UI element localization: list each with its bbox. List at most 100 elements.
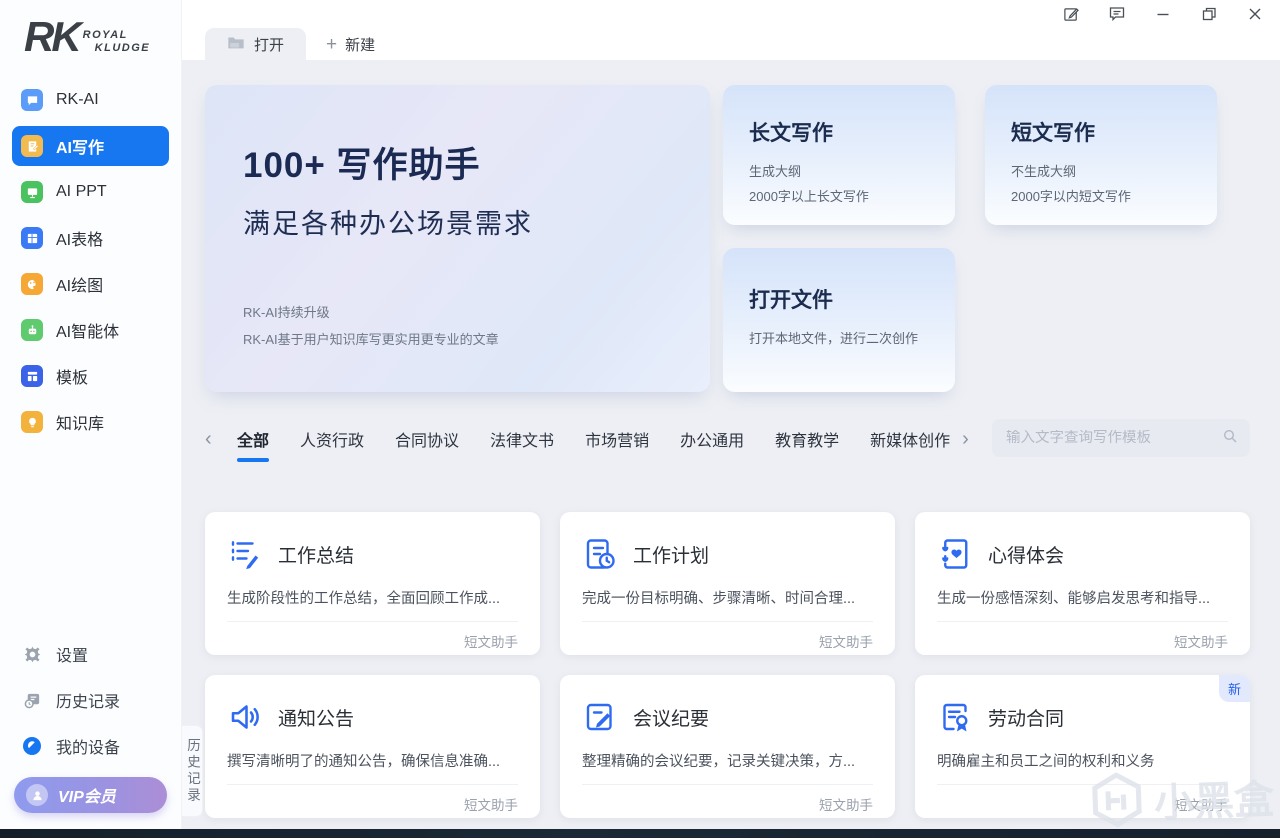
sidebar-item-label: AI智能体 — [56, 324, 120, 341]
tab-open-label: 打开 — [254, 36, 285, 54]
sidebar-item-label: 我的设备 — [56, 740, 121, 757]
category-tab-marketing[interactable]: 市场营销 — [585, 427, 649, 451]
card-title: 长文写作 — [749, 122, 833, 145]
compose-icon[interactable] — [1062, 5, 1080, 23]
minimize-button[interactable] — [1154, 5, 1172, 23]
template-tag: 短文助手 — [582, 784, 873, 814]
card-short-writing[interactable]: 短文写作 不生成大纲 2000字以内短文写作 — [985, 85, 1217, 225]
card-lines: 生成大纲 2000字以上长文写作 — [749, 164, 869, 204]
template-icon — [21, 365, 43, 387]
template-card-insights[interactable]: 心得体会 生成一份感悟深刻、能够启发思考和指导... 短文助手 — [915, 512, 1250, 655]
restore-button[interactable] — [1200, 5, 1218, 23]
template-desc: 生成一份感悟深刻、能够启发思考和指导... — [937, 591, 1211, 607]
sidebar-item-label: AI绘图 — [56, 278, 104, 295]
sidebar-item-rk-ai[interactable]: RK-AI — [12, 80, 169, 120]
vip-label: VIP会员 — [58, 789, 116, 806]
card-lines: 不生成大纲 2000字以内短文写作 — [1011, 164, 1131, 204]
tab-open[interactable]: 打开 — [205, 28, 307, 60]
category-tab-education[interactable]: 教育教学 — [775, 427, 839, 451]
brand-mark: RK — [24, 13, 82, 60]
card-long-writing[interactable]: 长文写作 生成大纲 2000字以上长文写作 — [723, 85, 955, 225]
sidebar-item-my-devices[interactable]: 我的设备 — [12, 727, 169, 765]
brand-name-line1: ROYAL — [82, 28, 128, 41]
gear-icon — [21, 643, 43, 665]
template-desc: 撰写清晰明了的通知公告，确保信息准确... — [227, 754, 501, 770]
brand-name-line2: KLUDGE — [94, 42, 151, 54]
category-tab-all[interactable]: 全部 — [237, 427, 269, 451]
template-card-work-summary[interactable]: 工作总结 生成阶段性的工作总结，全面回顾工作成... 短文助手 — [205, 512, 540, 655]
app-window: RK ROYAL KLUDGE RK-AI AI写作 AI PPT AI表格 A… — [0, 0, 1280, 829]
template-tag: 短文助手 — [227, 621, 518, 651]
template-title: 心得体会 — [988, 545, 1065, 567]
vip-member-button[interactable]: VIP会员 — [14, 777, 167, 813]
template-tag: 短文助手 — [582, 621, 873, 651]
close-button[interactable] — [1246, 5, 1264, 23]
tab-new[interactable]: + 新建 — [306, 28, 395, 60]
tab-new-label: 新建 — [345, 36, 376, 54]
category-tab-office[interactable]: 办公通用 — [680, 427, 744, 451]
folder-icon — [227, 35, 245, 54]
sidebar-item-ai-ppt[interactable]: AI PPT — [12, 172, 169, 212]
insight-icon — [937, 536, 973, 572]
sidebar-item-knowledge[interactable]: 知识库 — [12, 402, 169, 442]
paint-icon — [21, 273, 43, 295]
sidebar-item-templates[interactable]: 模板 — [12, 356, 169, 396]
sidebar-item-label: 历史记录 — [56, 694, 121, 711]
hero-banner[interactable]: 100+ 写作助手 满足各种办公场景需求 RK-AI持续升级 RK-AI基于用户… — [205, 85, 710, 392]
category-tab-contract[interactable]: 合同协议 — [395, 427, 459, 451]
sidebar-menu: RK-AI AI写作 AI PPT AI表格 AI绘图 AI智能体 模板 知识库 — [0, 74, 181, 448]
search-icon — [1222, 428, 1238, 449]
chevron-left-icon[interactable]: ‹ — [205, 428, 227, 451]
template-card-labor-contract[interactable]: 新 劳动合同 明确雇主和员工之间的权利和义务 短文助手 — [915, 675, 1250, 818]
history-panel-tab[interactable]: 历史记录 — [182, 725, 203, 817]
hero-subtitle: 满足各种办公场景需求 — [243, 209, 533, 239]
sidebar-item-settings[interactable]: 设置 — [12, 635, 169, 673]
template-card-notice[interactable]: 通知公告 撰写清晰明了的通知公告，确保信息准确... 短文助手 — [205, 675, 540, 818]
template-search[interactable] — [992, 419, 1250, 457]
template-desc: 生成阶段性的工作总结，全面回顾工作成... — [227, 591, 501, 607]
template-card-meeting-minutes[interactable]: 会议纪要 整理精确的会议纪要，记录关键决策，方... 短文助手 — [560, 675, 895, 818]
template-desc: 整理精确的会议纪要，记录关键决策，方... — [582, 754, 856, 770]
sidebar-item-label: 知识库 — [56, 416, 105, 433]
template-title: 工作计划 — [633, 545, 710, 567]
agent-icon — [21, 319, 43, 341]
template-card-work-plan[interactable]: 工作计划 完成一份目标明确、步骤清晰、时间合理... 短文助手 — [560, 512, 895, 655]
template-desc: 明确雇主和员工之间的权利和义务 — [937, 754, 1155, 770]
sidebar-item-ai-paint[interactable]: AI绘图 — [12, 264, 169, 304]
template-title: 会议纪要 — [633, 708, 710, 730]
hero-title: 100+ 写作助手 — [243, 146, 481, 185]
sidebar-item-ai-table[interactable]: AI表格 — [12, 218, 169, 258]
sidebar-item-history[interactable]: 历史记录 — [12, 681, 169, 719]
template-desc: 完成一份目标明确、步骤清晰、时间合理... — [582, 591, 856, 607]
sidebar-item-ai-agent[interactable]: AI智能体 — [12, 310, 169, 350]
template-tag: 短文助手 — [937, 621, 1228, 651]
device-icon — [21, 735, 43, 757]
category-tab-legal[interactable]: 法律文书 — [490, 427, 554, 451]
titlebar — [182, 0, 1280, 28]
knowledge-icon — [21, 411, 43, 433]
writing-icon — [21, 135, 43, 157]
ppt-icon — [21, 181, 43, 203]
category-tab-newmedia[interactable]: 新媒体创作 — [870, 427, 950, 451]
new-badge: 新 — [1218, 675, 1250, 702]
content-area: 100+ 写作助手 满足各种办公场景需求 RK-AI持续升级 RK-AI基于用户… — [182, 60, 1280, 829]
card-title: 打开文件 — [749, 289, 833, 312]
summary-icon — [227, 536, 263, 572]
document-tab-bar: 打开 + 新建 — [182, 28, 1280, 60]
minutes-icon — [582, 699, 618, 735]
avatar-icon — [26, 784, 48, 806]
table-icon — [21, 227, 43, 249]
sidebar-item-ai-writing[interactable]: AI写作 — [12, 126, 169, 166]
template-title: 通知公告 — [278, 708, 355, 730]
sidebar-item-label: 设置 — [56, 648, 89, 665]
brand-logo: RK ROYAL KLUDGE — [24, 16, 181, 58]
search-input[interactable] — [1006, 430, 1222, 446]
sidebar-item-label: AI表格 — [56, 232, 104, 249]
chat-icon — [21, 89, 43, 111]
chevron-right-icon[interactable]: › — [962, 428, 984, 451]
bottom-strip — [0, 829, 1280, 838]
category-tab-hr[interactable]: 人资行政 — [300, 427, 364, 451]
sidebar: RK ROYAL KLUDGE RK-AI AI写作 AI PPT AI表格 A… — [0, 0, 182, 829]
card-open-file[interactable]: 打开文件 打开本地文件，进行二次创作 — [723, 248, 955, 392]
feedback-icon[interactable] — [1108, 5, 1126, 23]
